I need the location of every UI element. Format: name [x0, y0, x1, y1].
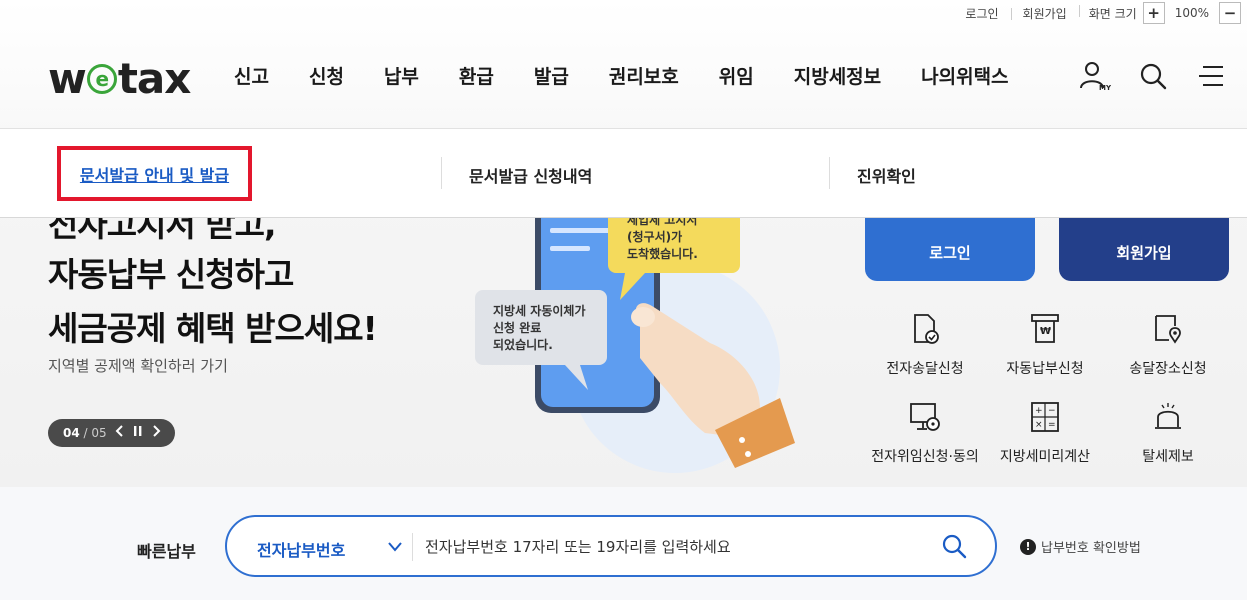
service-tax-calculator[interactable]: + − × = 지방세미리계산: [985, 400, 1105, 466]
wetax-page: 로그인 회원가입 화면 크기 + 100% − w e tax 신고 신청 납부…: [0, 0, 1247, 600]
header-icons: MY: [1079, 60, 1227, 92]
nav-item-rights[interactable]: 권리보호: [589, 62, 699, 89]
nav-item-delegation[interactable]: 위임: [699, 62, 774, 89]
user-my-icon[interactable]: MY: [1079, 60, 1111, 92]
submenu-item-issue-history[interactable]: 문서발급 신청내역: [469, 163, 592, 187]
service-e-delegation[interactable]: 전자위임신청·동의: [865, 400, 985, 466]
util-signup-link[interactable]: 회원가입: [1010, 5, 1079, 22]
wetax-logo[interactable]: w e tax: [48, 54, 192, 103]
nav-item-local-tax-info[interactable]: 지방세정보: [774, 62, 901, 89]
submenu-divider: [829, 157, 830, 189]
menu-icon[interactable]: [1195, 60, 1227, 92]
my-badge: MY: [1099, 84, 1111, 92]
submenu-highlight[interactable]: 문서발급 안내 및 발급: [57, 146, 252, 201]
service-delivery-place[interactable]: 송달장소신청: [1108, 312, 1228, 378]
zoom-in-button[interactable]: +: [1142, 2, 1165, 24]
pay-number-input[interactable]: [425, 529, 905, 565]
logo-text-post: tax: [117, 54, 192, 103]
svg-text:₩: ₩: [1040, 326, 1051, 337]
zoom-label: 화면 크기: [1088, 6, 1137, 21]
alarm-bell-icon: [1155, 403, 1181, 429]
service-e-delivery[interactable]: 전자송달신청: [865, 312, 985, 378]
nav-item-my-wetax[interactable]: 나의위택스: [901, 62, 1028, 89]
quick-pay-label: 빠른납부: [137, 542, 196, 561]
info-icon: !: [1020, 538, 1036, 555]
submenu-divider: [441, 157, 442, 189]
prev-slide-button[interactable]: [115, 425, 125, 441]
nav-item-report[interactable]: 신고: [214, 62, 289, 89]
service-label: 전자위임신청·동의: [871, 449, 979, 465]
bubble1-line3: 도착했습니다.: [627, 246, 698, 261]
svg-text:+: +: [1035, 406, 1043, 416]
service-label: 탈세제보: [1142, 449, 1194, 465]
chevron-down-icon[interactable]: [387, 533, 403, 565]
util-login-link[interactable]: 로그인: [953, 5, 1010, 22]
hero-illustration: 세입세 고지서 (청구서)가 도착했습니다. 지방세 자동이체가 신청 완료 되…: [460, 218, 820, 487]
zoom-out-button[interactable]: −: [1219, 2, 1241, 24]
quick-signup-label: 회원가입: [1116, 244, 1172, 262]
pause-button[interactable]: [133, 425, 143, 441]
next-slide-button[interactable]: [151, 425, 161, 441]
quick-login-label: 로그인: [929, 244, 971, 262]
submenu-item-doc-issue[interactable]: 문서발급 안내 및 발급: [80, 162, 229, 186]
search-icon[interactable]: [941, 533, 967, 563]
main-nav: 신고 신청 납부 환급 발급 권리보호 위임 지방세정보 나의위택스: [214, 62, 1029, 89]
bubble2-line3: 되었습니다.: [493, 337, 553, 352]
slide-counter: 04 / 05: [63, 426, 107, 440]
nav-item-apply[interactable]: 신청: [289, 62, 364, 89]
service-label: 자동납부신청: [1006, 361, 1084, 377]
sub-menu: 문서발급 안내 및 발급 문서발급 신청내역 진위확인: [0, 128, 1247, 218]
pay-number-type-select[interactable]: 전자납부번호: [257, 537, 345, 561]
hero-title-line3: 세금공제 혜택 받으세요!: [48, 309, 378, 348]
slider-control: 04 / 05: [48, 419, 175, 447]
bubble2-line2: 신청 완료: [493, 320, 541, 335]
svg-text:×: ×: [1035, 420, 1043, 430]
utility-bar: 로그인 회원가입 화면 크기 + 100% −: [953, 0, 1247, 26]
quick-pay-section: 빠른납부 전자납부번호 ! 납부번호 확인방법: [0, 487, 1247, 600]
pay-number-help-link[interactable]: ! 납부번호 확인방법: [1020, 537, 1141, 556]
service-tax-evasion-report[interactable]: 탈세제보: [1108, 400, 1228, 466]
zoom-control: 화면 크기 + 100% −: [1078, 2, 1247, 24]
svg-text:−: −: [1048, 406, 1056, 416]
header: w e tax 신고 신청 납부 환급 발급 권리보호 위임 지방세정보 나의위…: [0, 26, 1247, 128]
nav-item-issue[interactable]: 발급: [514, 62, 589, 89]
service-auto-pay[interactable]: ₩ 자동납부신청: [985, 312, 1105, 378]
slide-current: 04: [63, 426, 80, 440]
slide-total: / 05: [83, 426, 107, 440]
location-doc-icon: [1155, 315, 1181, 344]
submenu-item-verify[interactable]: 진위확인: [857, 163, 916, 187]
quick-signup-button[interactable]: 회원가입: [1059, 218, 1229, 281]
quick-pay-box: 전자납부번호: [225, 515, 997, 577]
service-label: 송달장소신청: [1129, 361, 1207, 377]
auto-pay-icon: ₩: [1031, 314, 1059, 343]
svg-text:=: =: [1048, 420, 1056, 430]
service-label: 지방세미리계산: [999, 449, 1091, 465]
nav-item-refund[interactable]: 환급: [439, 62, 514, 89]
logo-text-pre: w: [48, 54, 87, 103]
bubble2-line1: 지방세 자동이체가: [493, 303, 586, 318]
hero-title-line2: 자동납부 신청하고: [48, 255, 294, 294]
quick-pay-divider: [412, 533, 413, 561]
nav-item-pay[interactable]: 납부: [364, 62, 439, 89]
bubble1-line1: 세입세 고지서: [627, 218, 697, 227]
calculator-icon: + − × =: [1031, 402, 1059, 432]
service-label: 전자송달신청: [886, 361, 964, 377]
bubble1-line2: (청구서)가: [627, 229, 682, 244]
zoom-value: 100%: [1174, 6, 1209, 20]
search-icon[interactable]: [1137, 60, 1169, 92]
monitor-lock-icon: [910, 403, 940, 431]
pay-number-help-label: 납부번호 확인방법: [1041, 541, 1141, 556]
document-check-icon: [914, 314, 939, 344]
quick-login-button[interactable]: 로그인: [865, 218, 1035, 281]
logo-e-mark: e: [86, 63, 117, 94]
hero-sub-link[interactable]: 지역별 공제액 확인하러 가기: [48, 355, 228, 376]
